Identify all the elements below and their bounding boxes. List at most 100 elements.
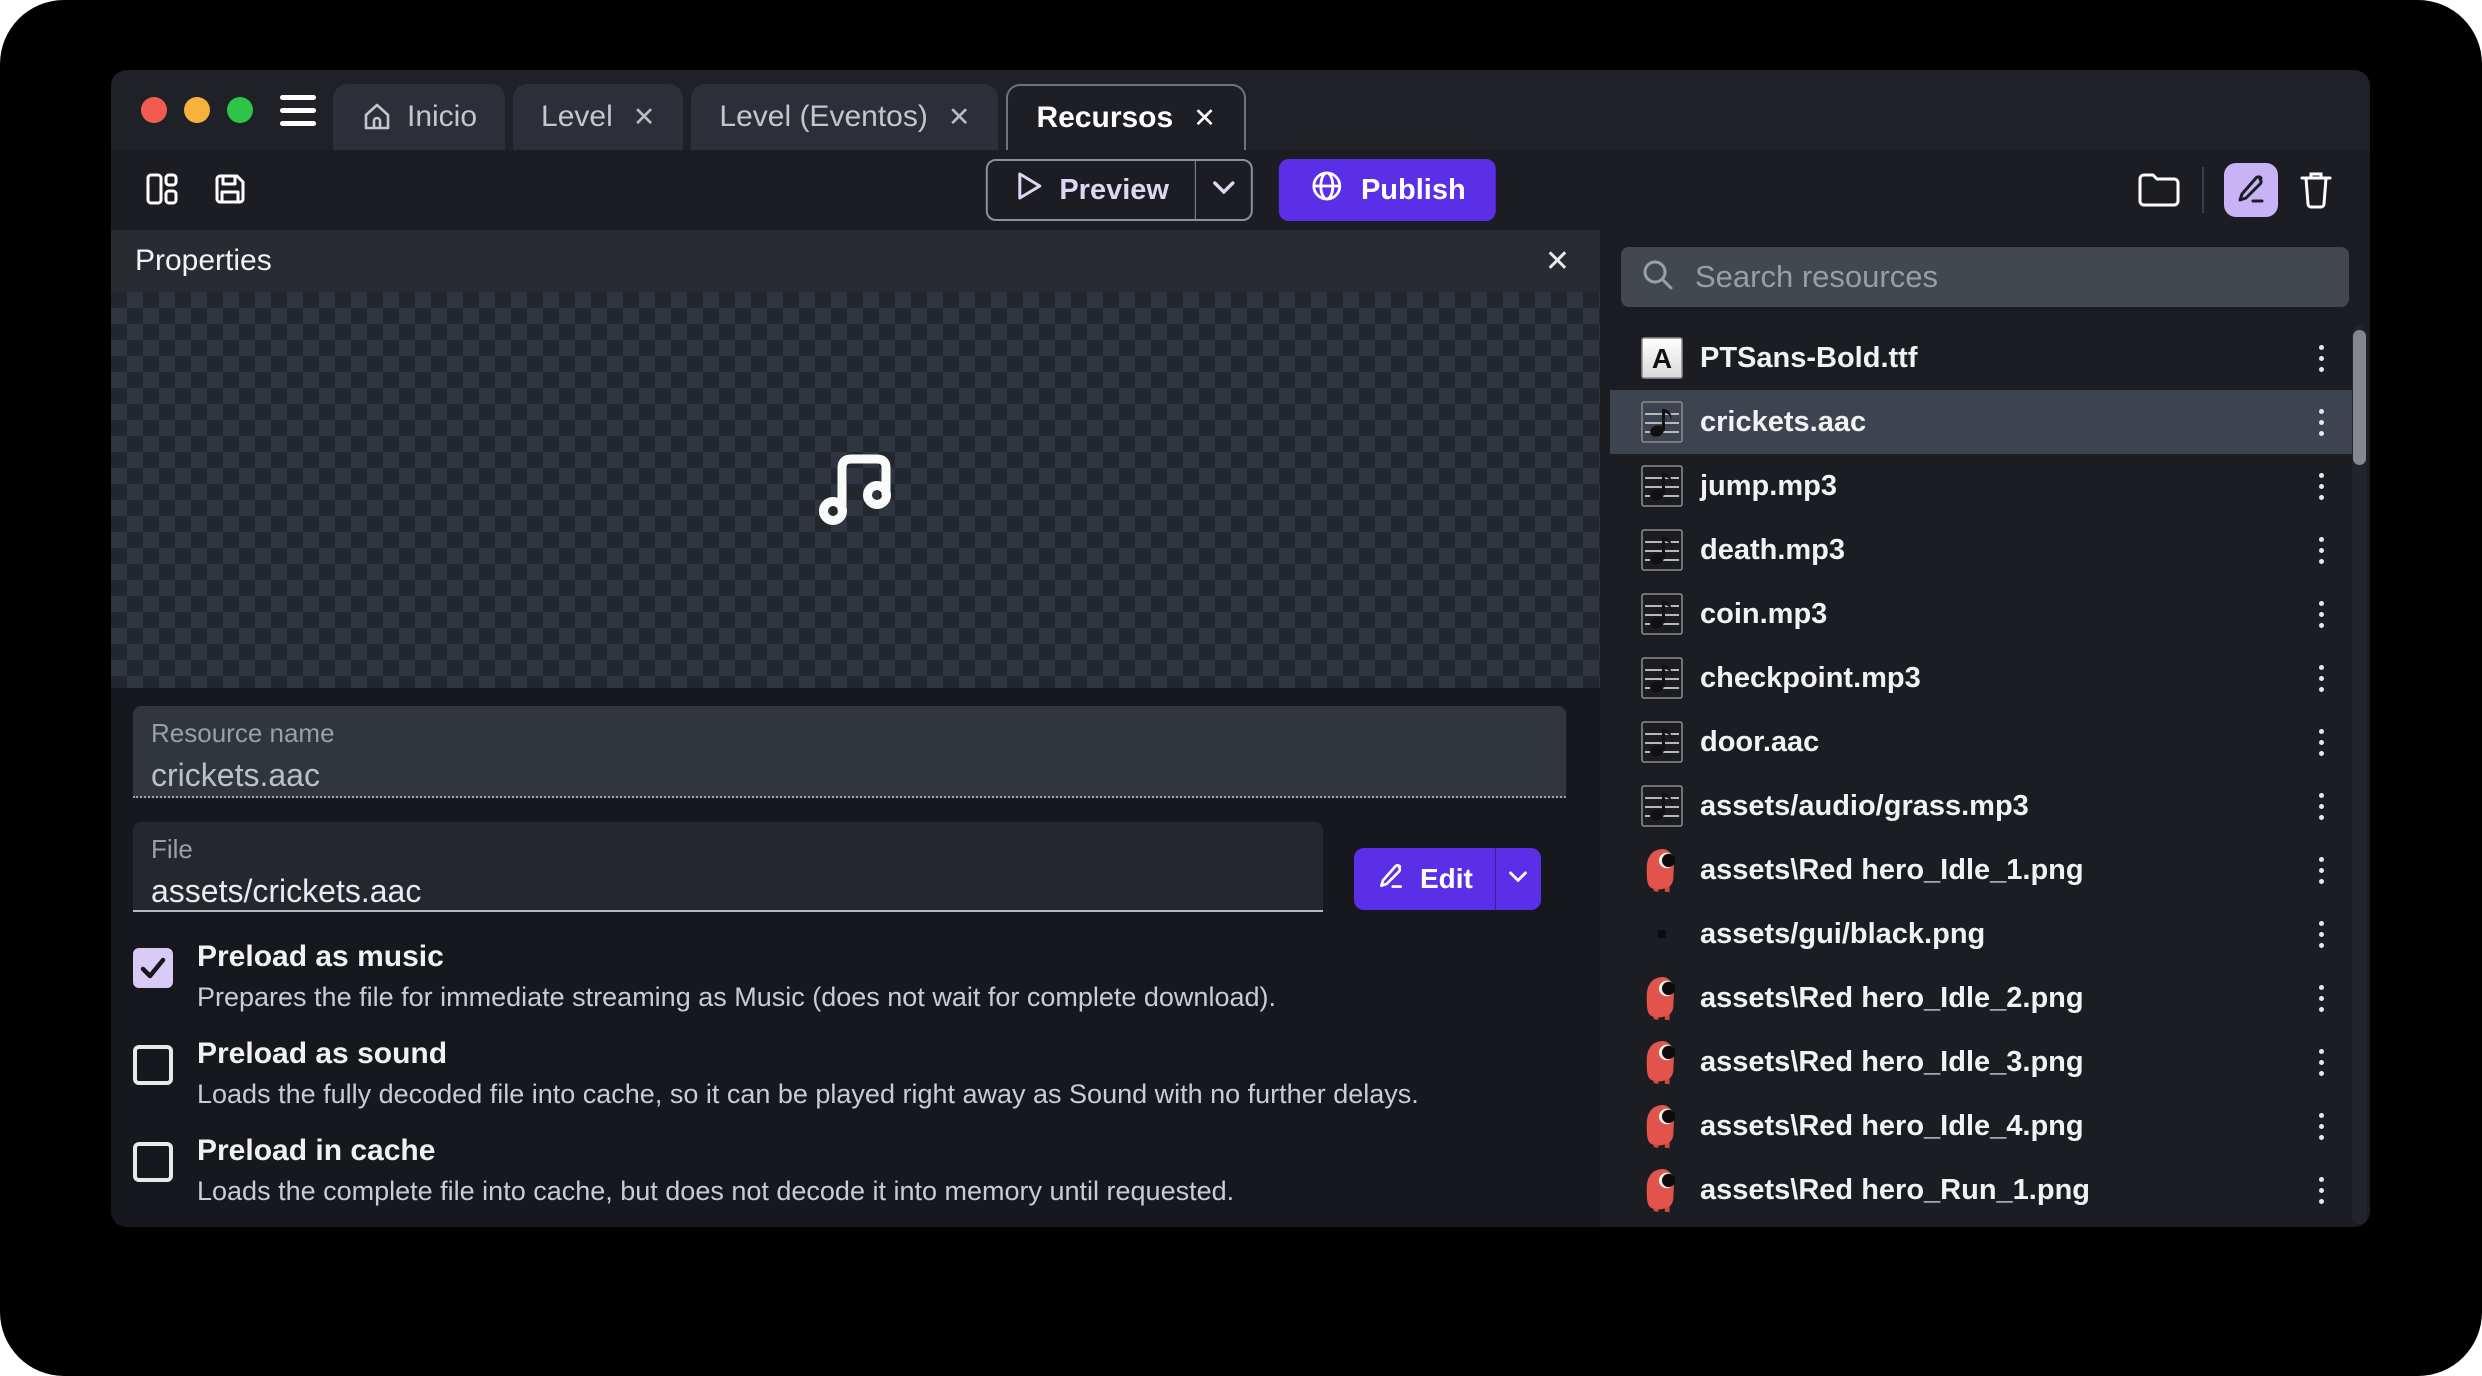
resource-row[interactable]: A crickets.aac	[1610, 390, 2358, 454]
resource-name-label: door.aac	[1700, 726, 1819, 759]
preload-option-description: Prepares the file for immediate streamin…	[197, 982, 1276, 1013]
resource-row[interactable]: A coin.mp3	[1610, 582, 2358, 646]
resource-list-scrollbar-thumb[interactable]	[2353, 330, 2366, 465]
resource-row[interactable]: A jump.mp3	[1610, 454, 2358, 518]
preload-as-sound-checkbox[interactable]	[133, 1045, 173, 1085]
tab-label: Level	[541, 100, 613, 134]
resource-name-label: assets/audio/grass.mp3	[1700, 790, 2029, 823]
desktop-background: Inicio Level ✕ Level (Eventos) ✕ Recurso…	[0, 0, 2482, 1376]
resource-row[interactable]: A assets\Red hero_Run_1.png	[1610, 1158, 2358, 1222]
resource-name-label: crickets.aac	[1700, 406, 1866, 439]
delete-resource-button[interactable]	[2298, 169, 2334, 212]
search-icon	[1641, 258, 1675, 297]
resource-name-label: assets\Red hero_Run_1.png	[1700, 1174, 2090, 1207]
resource-context-menu-button[interactable]	[2313, 851, 2330, 890]
edit-mode-toggle-button[interactable]	[2224, 163, 2278, 217]
resource-context-menu-button[interactable]	[2313, 595, 2330, 634]
resource-row[interactable]: A assets\Red hero_Idle_3.png	[1610, 1030, 2358, 1094]
resource-context-menu-button[interactable]	[2313, 723, 2330, 762]
resource-context-menu-button[interactable]	[2313, 915, 2330, 954]
properties-header: Properties ✕	[111, 230, 1600, 292]
resource-row[interactable]: A assets\Red hero_Idle_4.png	[1610, 1094, 2358, 1158]
pencil-icon	[1376, 861, 1406, 898]
open-folder-button[interactable]	[2136, 169, 2182, 212]
resource-row[interactable]: A checkpoint.mp3	[1610, 646, 2358, 710]
close-properties-button[interactable]: ✕	[1539, 243, 1576, 280]
resource-row[interactable]: A assets/audio/grass.mp3	[1610, 774, 2358, 838]
resource-context-menu-button[interactable]	[2313, 467, 2330, 506]
resources-panel: A PTSans-Bold.ttf A crickets.aac A	[1600, 230, 2370, 1227]
close-tab-icon[interactable]: ✕	[1187, 103, 1216, 134]
audio-file-icon	[1641, 401, 1683, 443]
red-hero-sprite-icon	[1641, 1105, 1683, 1147]
file-label: File	[151, 834, 1305, 865]
preview-split-button: Preview	[985, 159, 1253, 221]
resource-context-menu-button[interactable]	[2313, 1107, 2330, 1146]
tab-level[interactable]: Level ✕	[513, 84, 683, 150]
resource-row[interactable]: A assets\Red hero_Idle_1.png	[1610, 838, 2358, 902]
audio-file-icon	[1641, 657, 1683, 699]
resource-name-label: assets\Red hero_Idle_1.png	[1700, 854, 2084, 887]
resource-name-label: PTSans-Bold.ttf	[1700, 342, 1918, 375]
audio-file-icon	[1641, 593, 1683, 635]
tab-level-eventos[interactable]: Level (Eventos) ✕	[691, 84, 998, 150]
publish-button[interactable]: Publish	[1279, 159, 1496, 221]
preload-option-title: Preload in cache	[197, 1134, 1234, 1168]
preload-option-text: Preload as music Prepares the file for i…	[197, 940, 1276, 1013]
resource-row[interactable]: A death.mp3	[1610, 518, 2358, 582]
preload-as-music-checkbox[interactable]	[133, 948, 173, 988]
edit-file-button[interactable]: Edit	[1354, 848, 1495, 910]
resource-row[interactable]: A door.aac	[1610, 710, 2358, 774]
tab-recursos[interactable]: Recursos ✕	[1006, 84, 1245, 150]
maximize-window-button[interactable]	[227, 97, 253, 123]
red-hero-sprite-icon	[1641, 977, 1683, 1019]
red-hero-sprite-icon	[1641, 1041, 1683, 1083]
audio-file-icon	[1641, 785, 1683, 827]
preload-in-cache-checkbox[interactable]	[133, 1142, 173, 1182]
resource-context-menu-button[interactable]	[2313, 659, 2330, 698]
tab-label: Level (Eventos)	[719, 100, 927, 134]
trash-icon	[2298, 169, 2334, 212]
close-tab-icon[interactable]: ✕	[942, 102, 971, 133]
svg-text:A: A	[1652, 343, 1672, 374]
search-box	[1621, 247, 2349, 307]
resource-context-menu-button[interactable]	[2313, 531, 2330, 570]
main-menu-button[interactable]	[280, 95, 316, 126]
search-resources-input[interactable]	[1693, 258, 2329, 296]
edit-options-button[interactable]	[1495, 848, 1541, 910]
resource-name-field[interactable]: Resource name crickets.aac	[133, 706, 1566, 798]
properties-panel-title: Properties	[135, 244, 272, 278]
globe-icon	[1309, 168, 1345, 212]
pencil-icon	[2234, 172, 2268, 209]
resource-row[interactable]: A assets/gui/black.png	[1610, 902, 2358, 966]
resource-name-label: assets\Red hero_Idle_2.png	[1700, 982, 2084, 1015]
preload-option-description: Loads the fully decoded file into cache,…	[197, 1079, 1419, 1110]
preview-options-button[interactable]	[1195, 161, 1251, 219]
resource-row[interactable]: A assets\Red hero_Idle_2.png	[1610, 966, 2358, 1030]
resource-context-menu-button[interactable]	[2313, 1043, 2330, 1082]
minimize-window-button[interactable]	[184, 97, 210, 123]
save-project-button[interactable]	[211, 170, 249, 211]
edit-split-button: Edit	[1354, 848, 1541, 910]
toolbar-right-group	[2136, 163, 2334, 217]
resource-context-menu-button[interactable]	[2313, 979, 2330, 1018]
open-panels-button[interactable]	[143, 170, 181, 211]
tab-inicio[interactable]: Inicio	[333, 84, 505, 150]
toolbar: Preview Publish	[111, 150, 2370, 230]
preview-button[interactable]: Preview	[987, 161, 1195, 219]
resource-context-menu-button[interactable]	[2313, 403, 2330, 442]
close-tab-icon[interactable]: ✕	[627, 102, 656, 133]
resource-name-label: assets\Red hero_Idle_4.png	[1700, 1110, 2084, 1143]
main-content: Properties ✕ Resource name crickets.aac	[111, 230, 2370, 1227]
resource-context-menu-button[interactable]	[2313, 787, 2330, 826]
close-window-button[interactable]	[141, 97, 167, 123]
file-field[interactable]: File assets/crickets.aac	[133, 822, 1323, 912]
resource-list-scrollbar-track	[2352, 326, 2367, 1224]
resource-row[interactable]: A PTSans-Bold.ttf	[1610, 326, 2358, 390]
resource-context-menu-button[interactable]	[2313, 339, 2330, 378]
chevron-down-icon	[1508, 870, 1528, 889]
preview-button-label: Preview	[1059, 174, 1169, 207]
tab-bar: Inicio Level ✕ Level (Eventos) ✕ Recurso…	[333, 84, 1246, 150]
resource-context-menu-button[interactable]	[2313, 1171, 2330, 1210]
audio-file-icon	[1641, 721, 1683, 763]
